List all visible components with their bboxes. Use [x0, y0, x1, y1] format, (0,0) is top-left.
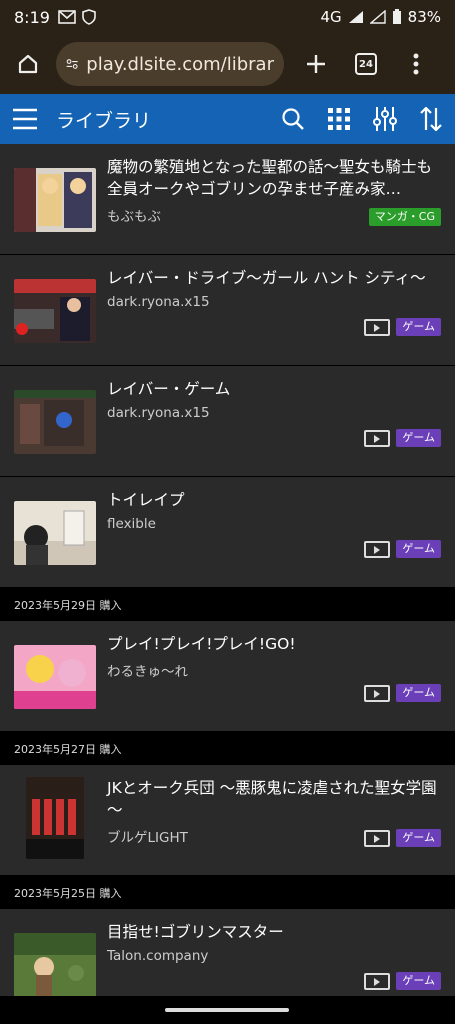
list-item[interactable]: トイレイプ flexible ゲーム — [0, 477, 455, 588]
new-tab-button[interactable] — [296, 44, 336, 84]
work-author: dark.ryona.x15 — [107, 294, 210, 310]
work-author: もぶもぶ — [107, 209, 161, 225]
pc-play-icon — [364, 318, 391, 336]
work-thumbnail — [26, 777, 84, 859]
pc-play-icon — [364, 829, 391, 847]
pc-play-icon — [364, 429, 391, 447]
work-author: flexible — [107, 516, 156, 532]
status-time: 8:19 — [14, 7, 50, 27]
home-icon — [18, 54, 38, 74]
list-item[interactable]: レイバー・ドライブ～ガール ハント シティ～ dark.ryona.x15 ゲー… — [0, 255, 455, 366]
work-title: JKとオーク兵団 ～悪豚鬼に凌虐された聖女学園～ — [107, 779, 437, 819]
category-tag: ゲーム — [396, 429, 441, 447]
work-thumbnail — [14, 933, 96, 996]
work-thumbnail — [14, 390, 96, 454]
browser-menu-button[interactable] — [396, 44, 436, 84]
shield-icon — [82, 9, 96, 25]
site-settings-icon — [66, 59, 78, 69]
category-tag: ゲーム — [396, 972, 441, 990]
work-title: レイバー・ドライブ～ガール ハント シティ～ — [107, 269, 426, 287]
home-button[interactable] — [8, 44, 48, 84]
system-nav-bar — [0, 996, 455, 1024]
work-title: レイバー・ゲーム — [107, 380, 231, 398]
category-tag: ゲーム — [396, 318, 441, 336]
list-item[interactable]: 魔物の繁殖地となった聖都の話～聖女も騎士も全員オークやゴブリンの孕ませ子産み家…… — [0, 144, 455, 255]
filter-sliders-icon[interactable] — [373, 106, 397, 132]
work-thumbnail — [14, 645, 96, 709]
signal-icon-2 — [369, 10, 386, 24]
home-gesture-bar[interactable] — [165, 1008, 289, 1012]
list-item[interactable]: プレイ!プレイ!プレイ!GO! わるきゅ～れ ゲーム — [0, 621, 455, 732]
work-thumbnail — [14, 279, 96, 343]
work-title: トイレイプ — [107, 491, 185, 509]
search-icon[interactable] — [281, 107, 305, 131]
tab-count: 24 — [355, 53, 377, 75]
work-author: dark.ryona.x15 — [107, 405, 210, 421]
plus-icon — [307, 55, 325, 73]
category-tag: ゲーム — [396, 829, 441, 847]
sort-icon[interactable] — [419, 106, 443, 132]
work-title: 魔物の繁殖地となった聖都の話～聖女も騎士も全員オークやゴブリンの孕ませ子産み家… — [107, 158, 433, 198]
url-bar[interactable]: play.dlsite.com/librar — [56, 42, 284, 86]
purchase-date-separator: 2023年5月27日 購入 — [0, 732, 455, 765]
list-item[interactable]: レイバー・ゲーム dark.ryona.x15 ゲーム — [0, 366, 455, 477]
grid-view-icon[interactable] — [327, 107, 351, 131]
pc-play-icon — [364, 540, 391, 558]
hamburger-menu-icon[interactable] — [12, 108, 38, 130]
category-tag: マンガ・CG — [368, 208, 441, 226]
tab-switcher-button[interactable]: 24 — [346, 44, 386, 84]
battery-level: 83% — [407, 8, 441, 26]
work-thumbnail — [14, 168, 96, 232]
list-item[interactable]: 目指せ!ゴブリンマスター Talon.company ゲーム — [0, 909, 455, 996]
category-tag: ゲーム — [396, 684, 441, 702]
category-tag: ゲーム — [396, 540, 441, 558]
work-title: プレイ!プレイ!プレイ!GO! — [107, 635, 296, 653]
library-list: 魔物の繁殖地となった聖都の話～聖女も騎士も全員オークやゴブリンの孕ませ子産み家…… — [0, 144, 455, 996]
signal-icon — [348, 11, 363, 23]
pc-play-icon — [364, 972, 391, 990]
more-vert-icon — [413, 53, 419, 75]
url-text: play.dlsite.com/librar — [86, 53, 274, 75]
list-item[interactable]: JKとオーク兵団 ～悪豚鬼に凌虐された聖女学園～ ブルゲLIGHT ゲーム — [0, 765, 455, 876]
work-author: ブルゲLIGHT — [107, 830, 188, 846]
work-thumbnail — [14, 501, 96, 565]
browser-toolbar: play.dlsite.com/librar 24 — [0, 34, 455, 94]
mail-notification-icon — [58, 10, 76, 24]
purchase-date-separator: 2023年5月25日 購入 — [0, 876, 455, 909]
network-type: 4G — [320, 8, 342, 26]
status-bar: 8:19 4G 83% — [0, 0, 455, 34]
battery-icon — [392, 9, 401, 24]
pc-play-icon — [364, 684, 391, 702]
work-author: Talon.company — [107, 948, 209, 964]
app-header: ライブラリ — [0, 94, 455, 144]
purchase-date-separator: 2023年5月29日 購入 — [0, 588, 455, 621]
work-title: 目指せ!ゴブリンマスター — [107, 923, 284, 941]
page-title: ライブラリ — [56, 109, 152, 132]
work-author: わるきゅ～れ — [107, 664, 188, 680]
